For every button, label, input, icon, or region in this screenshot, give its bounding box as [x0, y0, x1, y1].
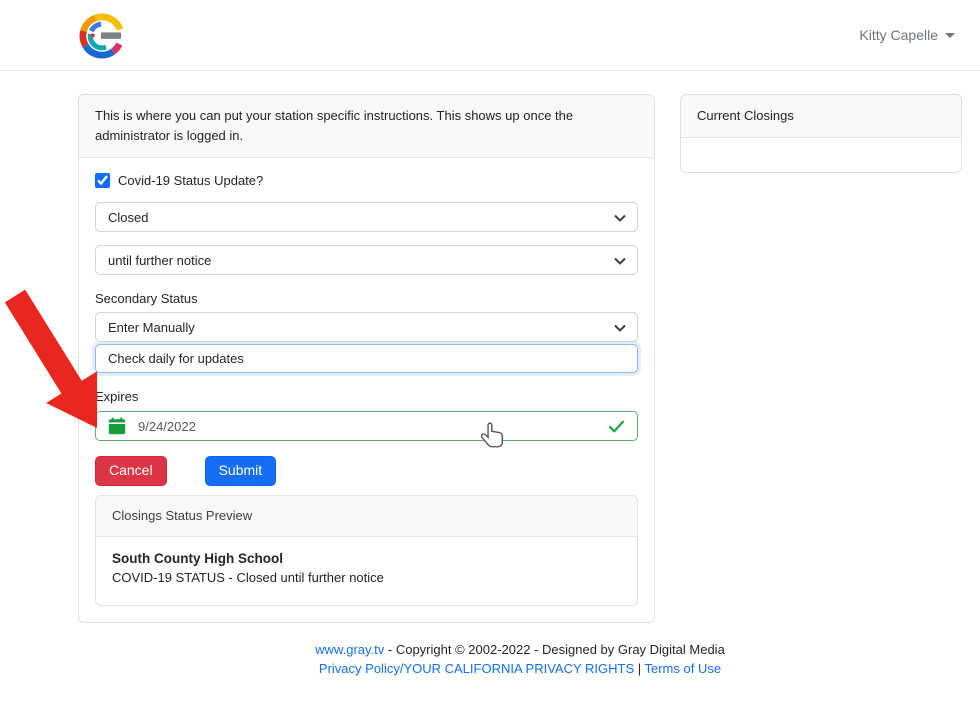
status-select[interactable]: Closed: [95, 202, 638, 232]
user-account-menu[interactable]: Kitty Capelle: [859, 27, 955, 43]
expires-date-value: 9/24/2022: [138, 419, 196, 434]
secondary-status-label: Secondary Status: [95, 291, 638, 306]
chevron-down-icon: [614, 324, 626, 332]
expires-label: Expires: [95, 389, 638, 404]
expires-date-input[interactable]: 9/24/2022: [95, 411, 638, 441]
current-closings-header: Current Closings: [681, 95, 961, 138]
cancel-button[interactable]: Cancel: [95, 456, 167, 485]
valid-check-icon: [608, 418, 625, 435]
form-actions: Cancel Submit: [95, 456, 638, 485]
calendar-icon: [108, 417, 126, 435]
copyright-text: - Copyright © 2002-2022 - Designed by Gr…: [384, 642, 725, 657]
current-closings-body: [681, 138, 961, 172]
station-form-card: This is where you can put your station s…: [78, 94, 655, 623]
status-select-value: Closed: [108, 210, 148, 225]
closings-preview-body: South County High School COVID-19 STATUS…: [96, 537, 637, 605]
legal-separator: |: [634, 661, 644, 676]
form-body: Covid-19 Status Update? Closed until fur…: [79, 158, 654, 622]
page-content: This is where you can put your station s…: [78, 94, 980, 623]
gray-tv-link[interactable]: www.gray.tv: [315, 642, 384, 657]
duration-select-value: until further notice: [108, 253, 211, 268]
chevron-down-icon: [945, 33, 955, 38]
covid-status-label: Covid-19 Status Update?: [118, 173, 263, 188]
manual-status-input[interactable]: [95, 344, 638, 373]
covid-status-checkbox[interactable]: [95, 173, 110, 188]
footer-copyright-line: www.gray.tv - Copyright © 2002-2022 - De…: [78, 640, 962, 660]
school-status-line: COVID-19 STATUS - Closed until further n…: [112, 570, 621, 585]
gray-tv-logo-icon: [75, 9, 129, 63]
chevron-down-icon: [614, 257, 626, 265]
terms-of-use-link[interactable]: Terms of Use: [645, 661, 722, 676]
closings-preview-header: Closings Status Preview: [96, 496, 637, 537]
footer-legal-line: Privacy Policy/YOUR CALIFORNIA PRIVACY R…: [78, 659, 962, 679]
instructions-banner: This is where you can put your station s…: [79, 95, 654, 158]
privacy-policy-link[interactable]: Privacy Policy/YOUR CALIFORNIA PRIVACY R…: [319, 661, 634, 676]
page-footer: www.gray.tv - Copyright © 2002-2022 - De…: [78, 640, 962, 679]
user-name: Kitty Capelle: [859, 27, 938, 43]
duration-select[interactable]: until further notice: [95, 245, 638, 275]
submit-button[interactable]: Submit: [205, 456, 277, 485]
top-navbar: Kitty Capelle: [0, 0, 980, 71]
chevron-down-icon: [614, 214, 626, 222]
covid-status-row: Covid-19 Status Update?: [95, 173, 638, 188]
secondary-status-select-value: Enter Manually: [108, 320, 195, 335]
school-name: South County High School: [112, 551, 621, 566]
current-closings-card: Current Closings: [680, 94, 962, 173]
secondary-status-select[interactable]: Enter Manually: [95, 312, 638, 342]
closings-preview-card: Closings Status Preview South County Hig…: [95, 495, 638, 606]
